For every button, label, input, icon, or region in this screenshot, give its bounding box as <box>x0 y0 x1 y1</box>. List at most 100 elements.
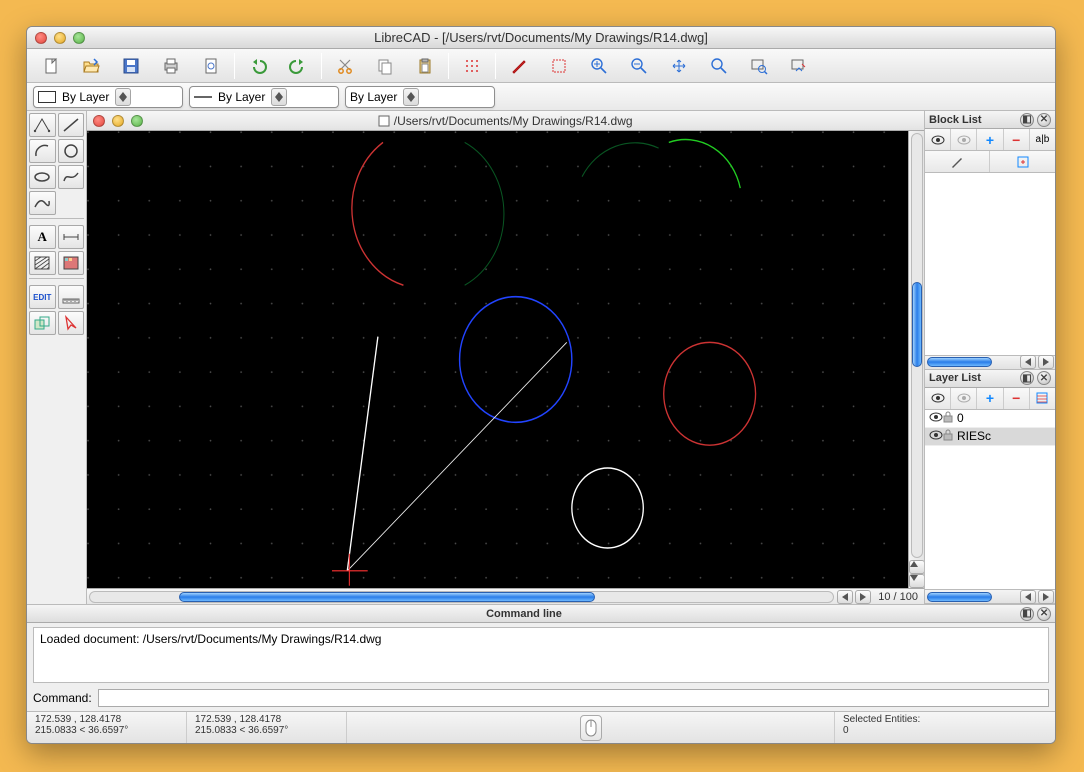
lock-icon[interactable] <box>943 411 957 426</box>
zoom-auto-button[interactable] <box>659 52 699 80</box>
select-tool[interactable] <box>58 311 85 335</box>
block-hide-all-button[interactable] <box>951 129 977 150</box>
scroll-right-button[interactable] <box>855 590 871 604</box>
zoom-redraw-button[interactable] <box>539 52 579 80</box>
block-list-toolbar-2 <box>925 151 1055 173</box>
circle-tool[interactable] <box>58 139 85 163</box>
layer-list-body[interactable]: 0RIESc <box>925 410 1055 589</box>
command-input[interactable] <box>98 689 1049 707</box>
image-tool[interactable] <box>58 251 85 275</box>
block-tool[interactable] <box>29 311 56 335</box>
zoom-in-button[interactable] <box>579 52 619 80</box>
draft-mode-button[interactable] <box>499 52 539 80</box>
canvas-vertical-scrollbar[interactable] <box>908 131 924 588</box>
block-list-scrollbar[interactable] <box>925 355 1055 369</box>
open-file-button[interactable] <box>71 52 111 80</box>
layer-list-scrollbar[interactable] <box>925 589 1055 603</box>
hatch-tool[interactable] <box>29 251 56 275</box>
scroll-up-button[interactable] <box>909 560 925 574</box>
linewidth-icon <box>194 91 212 103</box>
panel-close-button[interactable]: ✕ <box>1037 607 1051 621</box>
ellipse-tool[interactable] <box>29 165 56 189</box>
spline-tool[interactable] <box>58 165 85 189</box>
scroll-left-button[interactable] <box>1020 355 1036 369</box>
panel-undock-button[interactable]: ◧ <box>1020 113 1034 127</box>
width-by-layer-combo[interactable]: By Layer <box>189 86 339 108</box>
layer-list-panel: Layer List ◧ ✕ + − 0RIESc <box>925 370 1055 604</box>
linetype-by-layer-combo[interactable]: By Layer <box>345 86 495 108</box>
print-preview-button[interactable] <box>191 52 231 80</box>
block-list-panel: Block List ◧ ✕ + − a|b <box>925 111 1055 370</box>
layer-add-button[interactable]: + <box>977 388 1003 409</box>
scroll-down-button[interactable] <box>909 574 925 588</box>
scrollbar-thumb[interactable] <box>927 592 992 602</box>
panel-undock-button[interactable]: ◧ <box>1020 607 1034 621</box>
toolbar-separator <box>321 53 322 79</box>
canvas-horizontal-scrollbar[interactable]: 10 / 100 <box>87 588 924 604</box>
copy-button[interactable] <box>365 52 405 80</box>
arc-tool[interactable] <box>29 139 56 163</box>
layer-row[interactable]: 0 <box>925 410 1055 428</box>
content-area: A EDIT <box>27 111 1055 604</box>
scroll-info: 10 / 100 <box>872 591 924 603</box>
new-file-button[interactable] <box>31 52 71 80</box>
color-by-layer-combo[interactable]: By Layer <box>33 86 183 108</box>
eye-icon[interactable] <box>929 429 943 443</box>
text-tool[interactable]: A <box>29 225 56 249</box>
zoom-window-button[interactable] <box>739 52 779 80</box>
scrollbar-thumb[interactable] <box>927 357 992 367</box>
combo-arrows-icon <box>115 88 131 106</box>
panel-undock-button[interactable]: ◧ <box>1020 371 1034 385</box>
layer-edit-button[interactable] <box>1030 388 1055 409</box>
block-rename-button[interactable]: a|b <box>1030 129 1055 150</box>
cut-button[interactable] <box>325 52 365 80</box>
layer-remove-button[interactable]: − <box>1004 388 1030 409</box>
paste-button[interactable] <box>405 52 445 80</box>
scroll-left-button[interactable] <box>1020 590 1036 604</box>
measure-tool[interactable] <box>58 285 85 309</box>
zoom-pan-button[interactable] <box>779 52 819 80</box>
mouse-icon[interactable] <box>580 715 602 741</box>
layer-show-all-button[interactable] <box>925 388 951 409</box>
zoom-previous-button[interactable] <box>699 52 739 80</box>
layer-row[interactable]: RIESc <box>925 428 1055 446</box>
redo-button[interactable] <box>278 52 318 80</box>
scrollbar-thumb[interactable] <box>179 592 595 602</box>
command-prompt-label: Command: <box>33 691 92 705</box>
layer-list-toolbar: + − <box>925 388 1055 410</box>
zoom-out-button[interactable] <box>619 52 659 80</box>
side-panels: Block List ◧ ✕ + − a|b <box>925 111 1055 604</box>
line-tool[interactable] <box>58 113 85 137</box>
titlebar: LibreCAD - [/Users/rvt/Documents/My Draw… <box>27 27 1055 49</box>
color-combo-label: By Layer <box>62 90 109 104</box>
eye-icon[interactable] <box>929 411 943 425</box>
layer-hide-all-button[interactable] <box>951 388 977 409</box>
print-button[interactable] <box>151 52 191 80</box>
lock-icon[interactable] <box>943 429 957 444</box>
block-list-title: Block List <box>929 114 982 126</box>
block-remove-button[interactable]: − <box>1004 129 1030 150</box>
dimension-tool[interactable] <box>58 225 85 249</box>
block-add-button[interactable]: + <box>977 129 1003 150</box>
polyline-tool[interactable] <box>29 191 56 215</box>
document-titlebar: /Users/rvt/Documents/My Drawings/R14.dwg <box>87 111 924 131</box>
drawing-canvas[interactable] <box>87 131 924 588</box>
panel-close-button[interactable]: ✕ <box>1037 113 1051 127</box>
block-insert-button[interactable] <box>990 151 1055 172</box>
block-edit-button[interactable] <box>925 151 990 172</box>
window-title: LibreCAD - [/Users/rvt/Documents/My Draw… <box>27 30 1055 45</box>
status-selection: Selected Entities: 0 <box>835 712 1055 743</box>
undo-button[interactable] <box>238 52 278 80</box>
block-list-body[interactable] <box>925 173 1055 355</box>
block-list-toolbar: + − a|b <box>925 129 1055 151</box>
save-file-button[interactable] <box>111 52 151 80</box>
scrollbar-thumb[interactable] <box>912 282 922 367</box>
block-show-all-button[interactable] <box>925 129 951 150</box>
scroll-right-button[interactable] <box>1038 355 1054 369</box>
snap-point-tool[interactable] <box>29 113 56 137</box>
panel-close-button[interactable]: ✕ <box>1037 371 1051 385</box>
scroll-left-button[interactable] <box>837 590 853 604</box>
scroll-right-button[interactable] <box>1038 590 1054 604</box>
grid-toggle-button[interactable] <box>452 52 492 80</box>
edit-tool[interactable]: EDIT <box>29 285 56 309</box>
